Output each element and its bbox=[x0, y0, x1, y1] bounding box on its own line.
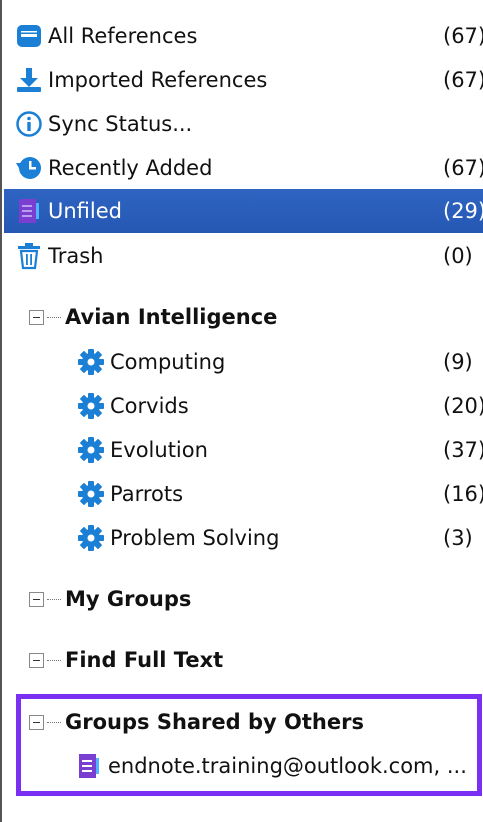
gear-icon bbox=[76, 479, 106, 509]
sidebar-item-label: Imported References bbox=[48, 68, 268, 92]
group-set-label: Find Full Text bbox=[65, 648, 224, 672]
group-label: Problem Solving bbox=[110, 526, 280, 550]
group-set-my-groups[interactable]: My Groups bbox=[4, 579, 483, 619]
unfiled-icon bbox=[14, 196, 44, 226]
tree-connector bbox=[47, 659, 61, 661]
group-item-parrots[interactable]: Parrots (16) bbox=[4, 473, 483, 515]
reference-count: (20) bbox=[443, 394, 483, 418]
tree-connector bbox=[47, 316, 61, 318]
sidebar-item-imported-references[interactable]: Imported References (67) bbox=[4, 59, 483, 101]
group-item-problem-solving[interactable]: Problem Solving (3) bbox=[4, 517, 483, 559]
sidebar-item-recently-added[interactable]: Recently Added (67) bbox=[4, 147, 483, 189]
import-icon bbox=[14, 65, 44, 95]
group-set-avian-intelligence[interactable]: Avian Intelligence bbox=[4, 297, 483, 337]
sidebar-item-label: Trash bbox=[48, 244, 104, 268]
history-icon bbox=[14, 153, 44, 183]
reference-count: (16) bbox=[443, 482, 483, 506]
collapse-toggle-icon[interactable] bbox=[29, 309, 44, 325]
shared-group-icon bbox=[74, 751, 104, 781]
collapse-toggle-icon[interactable] bbox=[29, 591, 44, 607]
library-icon bbox=[14, 21, 44, 51]
gear-icon bbox=[76, 347, 106, 377]
collapse-toggle-icon[interactable] bbox=[29, 714, 44, 730]
gear-icon bbox=[76, 523, 106, 553]
reference-count: (0) bbox=[443, 244, 473, 268]
collapse-toggle-icon[interactable] bbox=[29, 652, 44, 668]
group-label: Computing bbox=[110, 350, 226, 374]
sidebar-item-label: All References bbox=[48, 24, 198, 48]
reference-count: (9) bbox=[443, 350, 473, 374]
groups-panel: All References (67) Imported References … bbox=[0, 0, 483, 822]
sidebar-item-trash[interactable]: Trash (0) bbox=[4, 235, 483, 277]
reference-count: (67) bbox=[443, 68, 483, 92]
group-set-label: My Groups bbox=[65, 587, 192, 611]
group-label: Evolution bbox=[110, 438, 208, 462]
group-label: Corvids bbox=[110, 394, 189, 418]
reference-count: (29) bbox=[443, 199, 483, 223]
reference-count: (3) bbox=[443, 526, 473, 550]
gear-icon bbox=[76, 435, 106, 465]
group-set-label: Avian Intelligence bbox=[65, 305, 278, 329]
group-set-groups-shared-by-others[interactable]: Groups Shared by Others bbox=[4, 702, 483, 742]
trash-icon bbox=[14, 241, 44, 271]
sidebar-item-unfiled[interactable]: Unfiled (29) bbox=[4, 189, 483, 233]
sidebar-item-sync-status[interactable]: Sync Status... bbox=[4, 103, 483, 145]
sidebar-item-label: Recently Added bbox=[48, 156, 213, 180]
sidebar-item-label: Sync Status... bbox=[48, 112, 193, 136]
tree-connector bbox=[47, 598, 61, 600]
gear-icon bbox=[76, 391, 106, 421]
reference-count: (67) bbox=[443, 156, 483, 180]
group-item-computing[interactable]: Computing (9) bbox=[4, 341, 483, 383]
reference-count: (67) bbox=[443, 24, 483, 48]
info-icon bbox=[14, 109, 44, 139]
reference-count: (37) bbox=[443, 438, 483, 462]
group-set-label: Groups Shared by Others bbox=[65, 710, 364, 734]
sidebar-item-all-references[interactable]: All References (67) bbox=[4, 15, 483, 57]
shared-group-item[interactable]: endnote.training@outlook.com, ... bbox=[4, 745, 483, 787]
sidebar-item-label: Unfiled bbox=[48, 199, 122, 223]
group-label: Parrots bbox=[110, 482, 184, 506]
group-item-evolution[interactable]: Evolution (37) bbox=[4, 429, 483, 471]
group-set-find-full-text[interactable]: Find Full Text bbox=[4, 640, 483, 680]
group-item-corvids[interactable]: Corvids (20) bbox=[4, 385, 483, 427]
tree-connector bbox=[47, 721, 61, 723]
group-label: endnote.training@outlook.com, ... bbox=[108, 754, 467, 778]
